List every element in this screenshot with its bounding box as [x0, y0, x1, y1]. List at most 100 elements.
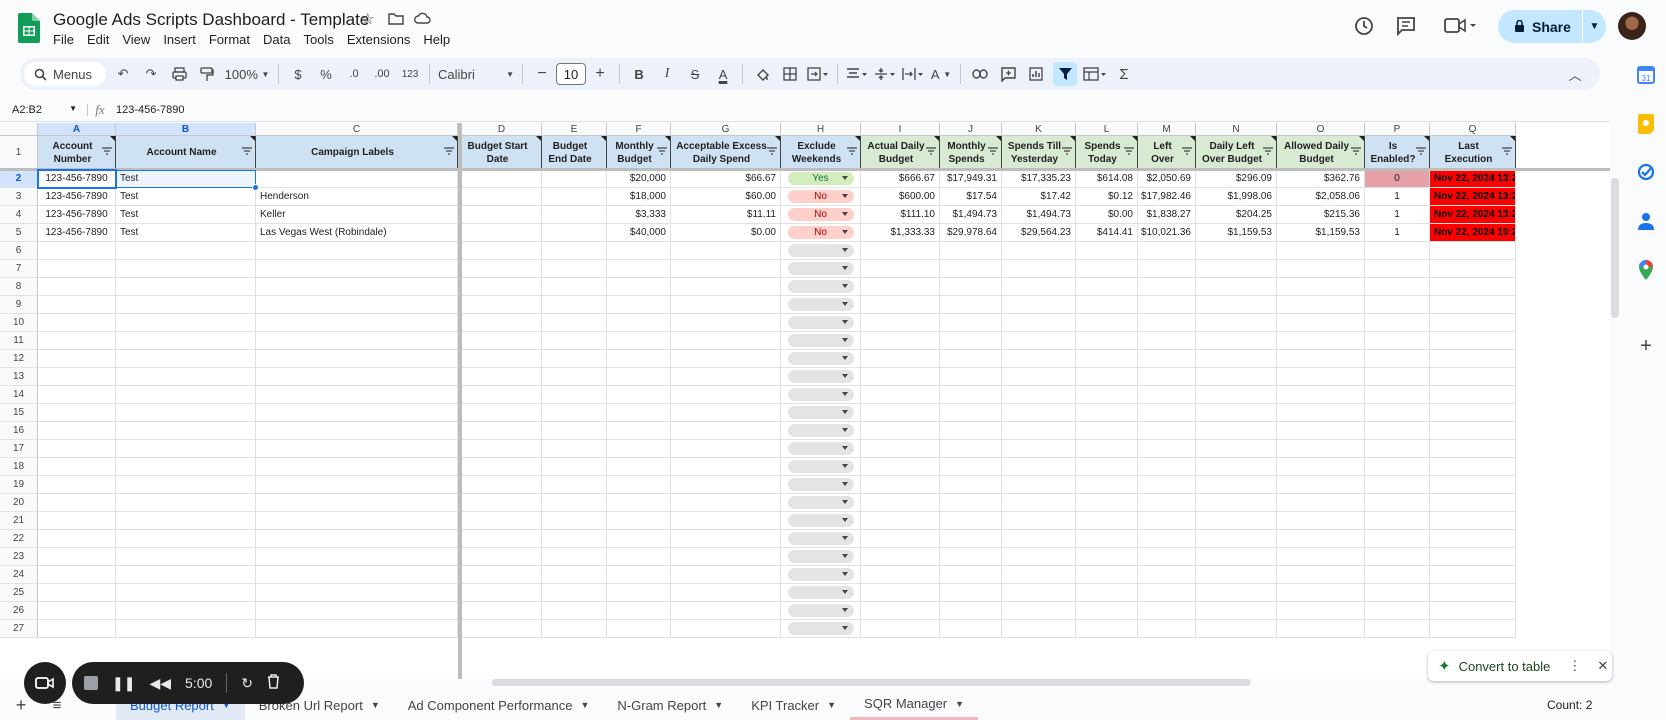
vertical-align-icon[interactable]	[874, 62, 896, 86]
data-cell[interactable]: 0	[1365, 170, 1430, 188]
data-cell[interactable]: Nov 22, 2024 13:2	[1430, 170, 1516, 188]
row-header-22[interactable]: 22	[0, 530, 38, 548]
stop-icon[interactable]	[84, 676, 98, 690]
empty-cell[interactable]	[1138, 242, 1196, 260]
empty-cell[interactable]	[1138, 440, 1196, 458]
empty-cell[interactable]	[1138, 566, 1196, 584]
empty-cell[interactable]	[1430, 350, 1516, 368]
empty-cell[interactable]	[607, 332, 671, 350]
empty-cell[interactable]	[940, 350, 1002, 368]
empty-cell[interactable]	[1196, 296, 1277, 314]
exclude-weekends-dropdown[interactable]	[781, 458, 861, 476]
empty-cell[interactable]	[1002, 260, 1076, 278]
text-color-button[interactable]: A	[712, 62, 734, 86]
exclude-weekends-dropdown[interactable]	[781, 278, 861, 296]
dropdown-chip[interactable]	[787, 352, 854, 365]
empty-cell[interactable]	[940, 620, 1002, 638]
empty-cell[interactable]	[671, 566, 781, 584]
header-cell[interactable]: Acceptable Excess Daily Spend	[671, 136, 781, 170]
empty-cell[interactable]	[861, 566, 940, 584]
empty-cell[interactable]	[38, 512, 116, 530]
row-header-21[interactable]: 21	[0, 512, 38, 530]
dropdown-chip[interactable]	[787, 532, 854, 545]
empty-cell[interactable]	[38, 404, 116, 422]
data-cell[interactable]: $0.00	[1076, 206, 1138, 224]
data-cell[interactable]: $414.41	[1076, 224, 1138, 242]
empty-cell[interactable]	[1365, 332, 1430, 350]
star-icon[interactable]: ☆	[361, 10, 374, 28]
empty-cell[interactable]	[462, 584, 542, 602]
empty-cell[interactable]	[1196, 350, 1277, 368]
empty-cell[interactable]	[671, 602, 781, 620]
empty-cell[interactable]	[462, 512, 542, 530]
data-cell[interactable]: Nov 22, 2024 13:2	[1430, 206, 1516, 224]
header-cell[interactable]: Allowed Daily Budget	[1277, 136, 1365, 170]
empty-cell[interactable]	[861, 530, 940, 548]
data-cell[interactable]: $11.11	[671, 206, 781, 224]
empty-cell[interactable]	[38, 260, 116, 278]
exclude-weekends-dropdown[interactable]	[781, 548, 861, 566]
empty-cell[interactable]	[542, 620, 607, 638]
exclude-weekends-dropdown[interactable]	[781, 440, 861, 458]
empty-cell[interactable]	[1002, 458, 1076, 476]
empty-cell[interactable]	[671, 278, 781, 296]
empty-cell[interactable]	[462, 296, 542, 314]
frozen-column-divider[interactable]	[458, 123, 462, 679]
empty-cell[interactable]	[1430, 458, 1516, 476]
header-cell[interactable]: Last Execution	[1430, 136, 1516, 170]
empty-cell[interactable]	[1430, 278, 1516, 296]
row-header-12[interactable]: 12	[0, 350, 38, 368]
empty-cell[interactable]	[256, 440, 458, 458]
header-cell[interactable]: Budget Start Date	[462, 136, 542, 170]
dropdown-chip[interactable]	[787, 370, 854, 383]
empty-cell[interactable]	[1365, 350, 1430, 368]
empty-cell[interactable]	[116, 476, 256, 494]
exclude-weekends-dropdown[interactable]	[781, 566, 861, 584]
empty-cell[interactable]	[1138, 494, 1196, 512]
empty-cell[interactable]	[116, 458, 256, 476]
row-header-15[interactable]: 15	[0, 404, 38, 422]
column-filter-icon[interactable]	[657, 147, 667, 155]
data-cell[interactable]	[462, 224, 542, 242]
empty-cell[interactable]	[38, 548, 116, 566]
empty-cell[interactable]	[1138, 476, 1196, 494]
empty-cell[interactable]	[116, 566, 256, 584]
decrease-font-size-button[interactable]: −	[531, 62, 553, 86]
empty-cell[interactable]	[116, 548, 256, 566]
tasks-icon[interactable]	[1635, 161, 1657, 183]
dropdown-chip[interactable]	[787, 514, 854, 527]
empty-cell[interactable]	[671, 314, 781, 332]
row-header-9[interactable]: 9	[0, 296, 38, 314]
empty-cell[interactable]	[1076, 278, 1138, 296]
empty-cell[interactable]	[256, 620, 458, 638]
empty-cell[interactable]	[462, 332, 542, 350]
exclude-weekends-dropdown[interactable]	[781, 314, 861, 332]
empty-cell[interactable]	[671, 548, 781, 566]
empty-cell[interactable]	[1365, 530, 1430, 548]
column-header-m[interactable]: M	[1138, 123, 1196, 136]
empty-cell[interactable]	[1138, 260, 1196, 278]
empty-cell[interactable]	[607, 242, 671, 260]
exclude-weekends-dropdown[interactable]	[781, 386, 861, 404]
empty-cell[interactable]	[256, 422, 458, 440]
data-cell[interactable]	[542, 224, 607, 242]
percent-format-button[interactable]: %	[315, 62, 337, 86]
empty-cell[interactable]	[1196, 404, 1277, 422]
menu-data[interactable]: Data	[263, 32, 297, 47]
exclude-weekends-dropdown[interactable]	[781, 260, 861, 278]
empty-cell[interactable]	[1277, 314, 1365, 332]
empty-cell[interactable]	[1365, 404, 1430, 422]
empty-cell[interactable]	[38, 422, 116, 440]
empty-cell[interactable]	[1430, 602, 1516, 620]
empty-cell[interactable]	[1365, 260, 1430, 278]
empty-cell[interactable]	[1196, 368, 1277, 386]
empty-cell[interactable]	[38, 350, 116, 368]
empty-cell[interactable]	[1196, 278, 1277, 296]
empty-cell[interactable]	[1138, 368, 1196, 386]
empty-cell[interactable]	[607, 440, 671, 458]
dropdown-chip[interactable]	[787, 604, 854, 617]
column-filter-icon[interactable]	[988, 147, 998, 155]
empty-cell[interactable]	[542, 278, 607, 296]
empty-cell[interactable]	[38, 494, 116, 512]
empty-cell[interactable]	[671, 530, 781, 548]
